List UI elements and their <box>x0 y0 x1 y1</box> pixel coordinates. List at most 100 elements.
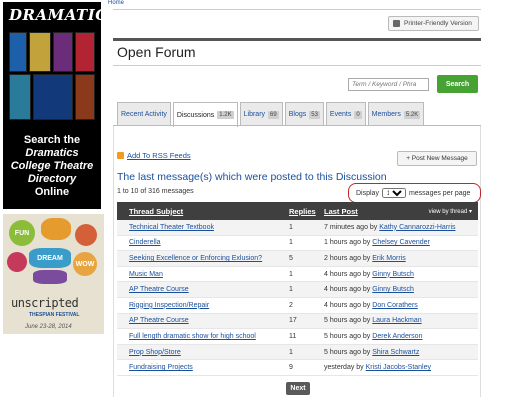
ad-line-5: Online <box>34 186 70 198</box>
thread-subject-link[interactable]: Seeking Excellence or Enforcing Exlusion… <box>129 255 262 262</box>
table-row: Music Man 1 4 hours ago by Ginny Butsch <box>117 267 478 283</box>
dream-bubble: DREAM <box>29 248 71 268</box>
table-body: Technical Theater Textbook 1 7 minutes ago… <box>117 220 478 376</box>
last-post-time: 4 hours ago by <box>324 270 371 278</box>
dramatics-ad[interactable]: DRAMATICS Search the Dramatics College T… <box>3 2 118 209</box>
printer-friendly-button[interactable]: Printer-Friendly Version <box>388 16 479 31</box>
header-last-post[interactable]: Last Post <box>324 207 358 216</box>
message-count: 1 to 10 of 316 messages <box>117 188 194 195</box>
tab-members[interactable]: Members 5.2K <box>367 102 425 126</box>
per-page-select[interactable]: 10 <box>381 188 406 198</box>
author-link[interactable]: Erik Morris <box>372 255 405 262</box>
author-link[interactable]: Kristi Jacobs-Stanley <box>366 364 431 371</box>
per-page-suffix: messages per page <box>408 189 471 197</box>
table-row: Cinderella 1 1 hours ago by Chelsey Cavend… <box>117 236 478 252</box>
author-link[interactable]: Derek Anderson <box>372 333 422 340</box>
magazine-covers-image <box>9 32 95 122</box>
title-underline <box>113 65 481 66</box>
last-post-time: 7 minutes ago by <box>324 223 378 231</box>
last-post-time: 4 hours ago by <box>324 301 371 309</box>
thread-subject-link[interactable]: AP Theatre Course <box>129 317 189 324</box>
reply-count: 1 <box>289 270 293 278</box>
ad-line-4: Directory <box>27 173 77 185</box>
table-row: Seeking Excellence or Enforcing Exlusion… <box>117 251 478 267</box>
breadcrumb-home[interactable]: Home <box>108 0 124 6</box>
table-row: Rigging Inspection/Repair 2 4 hours ago by… <box>117 298 478 314</box>
search-button[interactable]: Search <box>437 75 478 93</box>
tab-count-badge: 53 <box>309 110 320 119</box>
post-new-message-button[interactable]: + Post New Message <box>397 151 477 166</box>
tab-events[interactable]: Events 0 <box>325 102 366 126</box>
author-link[interactable]: Shira Schwartz <box>372 349 419 356</box>
last-post-cell: yesterday by Kristi Jacobs-Stanley <box>324 364 431 371</box>
thread-subject-link[interactable]: AP Theatre Course <box>129 286 189 293</box>
author-link[interactable]: Don Corathers <box>372 302 418 309</box>
forum-tabs: Recent Activity Discussions 1.2K Library… <box>117 102 425 127</box>
last-post-cell: 4 hours ago by Ginny Butsch <box>324 286 414 293</box>
per-page-control: Display 10 messages per page <box>348 183 481 203</box>
rss-feed-link[interactable]: Add To RSS Feeds <box>117 151 191 160</box>
thread-subject-link[interactable]: Prop Shop/Store <box>129 349 181 356</box>
table-row: Fundraising Projects 9 yesterday by Kristi… <box>117 360 478 376</box>
next-page-button[interactable]: Next <box>286 382 310 395</box>
rss-label[interactable]: Add To RSS Feeds <box>127 151 191 160</box>
reply-count: 1 <box>289 239 293 247</box>
last-post-cell: 5 hours ago by Laura Hackman <box>324 317 422 324</box>
header-thread-subject[interactable]: Thread Subject <box>129 207 183 216</box>
author-link[interactable]: Kathy Cannarozzi-Harris <box>379 224 455 231</box>
reply-count: 1 <box>289 286 293 294</box>
tab-count-badge: 0 <box>354 110 362 119</box>
last-post-cell: 1 hours ago by Chelsey Cavender <box>324 239 430 246</box>
author-link[interactable]: Ginny Butsch <box>372 271 414 278</box>
festival-dates: June 23-28, 2014 <box>25 324 72 330</box>
search-input[interactable] <box>348 78 429 91</box>
title-divider <box>113 38 481 41</box>
tab-count-badge: 69 <box>268 110 279 119</box>
thread-subject-link[interactable]: Rigging Inspection/Repair <box>129 302 209 309</box>
last-post-time: 5 hours ago by <box>324 332 371 340</box>
festival-ad[interactable]: FUN DREAM WOW unscripted THESPIAN FESTIV… <box>3 214 104 334</box>
author-link[interactable]: Laura Hackman <box>372 317 421 324</box>
last-post-cell: 7 minutes ago by Kathy Cannarozzi-Harris <box>324 224 456 231</box>
last-post-time: 5 hours ago by <box>324 317 371 325</box>
top-divider <box>113 9 481 10</box>
thread-subject-link[interactable]: Technical Theater Textbook <box>129 224 214 231</box>
reply-count: 9 <box>289 364 293 372</box>
last-post-time: 1 hours ago by <box>324 239 371 247</box>
thread-subject-link[interactable]: Full length dramatic show for high schoo… <box>129 333 256 340</box>
thespian-festival-logo: THESPIAN FESTIVAL <box>29 312 80 318</box>
view-by-thread-dropdown[interactable]: view by thread ▾ <box>429 208 472 215</box>
performances-bubble <box>41 218 71 240</box>
reply-count: 2 <box>289 301 293 309</box>
tab-blogs[interactable]: Blogs 53 <box>284 102 324 126</box>
author-link[interactable]: Chelsey Cavender <box>372 239 430 246</box>
author-link[interactable]: Ginny Butsch <box>372 286 414 293</box>
last-post-time: 2 hours ago by <box>324 254 371 262</box>
last-post-time: 5 hours ago by <box>324 348 371 356</box>
ad-line-3: College Theatre <box>10 160 94 172</box>
tab-library[interactable]: Library 69 <box>239 102 283 126</box>
printer-friendly-label: Printer-Friendly Version <box>404 20 472 27</box>
festival-title: unscripted <box>11 296 79 310</box>
dramatics-logo: DRAMATICS <box>9 6 119 24</box>
events-bubble <box>75 224 97 246</box>
fun-bubble: FUN <box>9 220 35 246</box>
tab-label: Recent Activity <box>121 111 167 118</box>
table-row: AP Theatre Course 1 4 hours ago by Ginny B… <box>117 282 478 298</box>
view-by-thread-label: view by thread <box>428 208 468 215</box>
thread-subject-link[interactable]: Fundraising Projects <box>129 364 193 371</box>
table-row: Prop Shop/Store 1 5 hours ago by Shira Sch… <box>117 344 478 361</box>
thread-subject-link[interactable]: Music Man <box>129 271 163 278</box>
thread-subject-link[interactable]: Cinderella <box>129 239 161 246</box>
discussion-heading: The last message(s) which were posted to… <box>117 171 387 183</box>
tab-count-badge: 5.2K <box>403 110 421 119</box>
last-post-cell: 4 hours ago by Ginny Butsch <box>324 271 414 278</box>
tab-recent-activity[interactable]: Recent Activity <box>117 102 171 126</box>
last-post-time: 4 hours ago by <box>324 286 371 294</box>
tab-discussions[interactable]: Discussions 1.2K <box>172 102 238 127</box>
table-row: AP Theatre Course 17 5 hours ago by Laura … <box>117 313 478 330</box>
header-replies[interactable]: Replies <box>289 207 316 216</box>
page-title: Open Forum <box>117 44 196 60</box>
chevron-down-icon: ▾ <box>468 208 472 215</box>
last-post-cell: 4 hours ago by Don Corathers <box>324 302 418 309</box>
